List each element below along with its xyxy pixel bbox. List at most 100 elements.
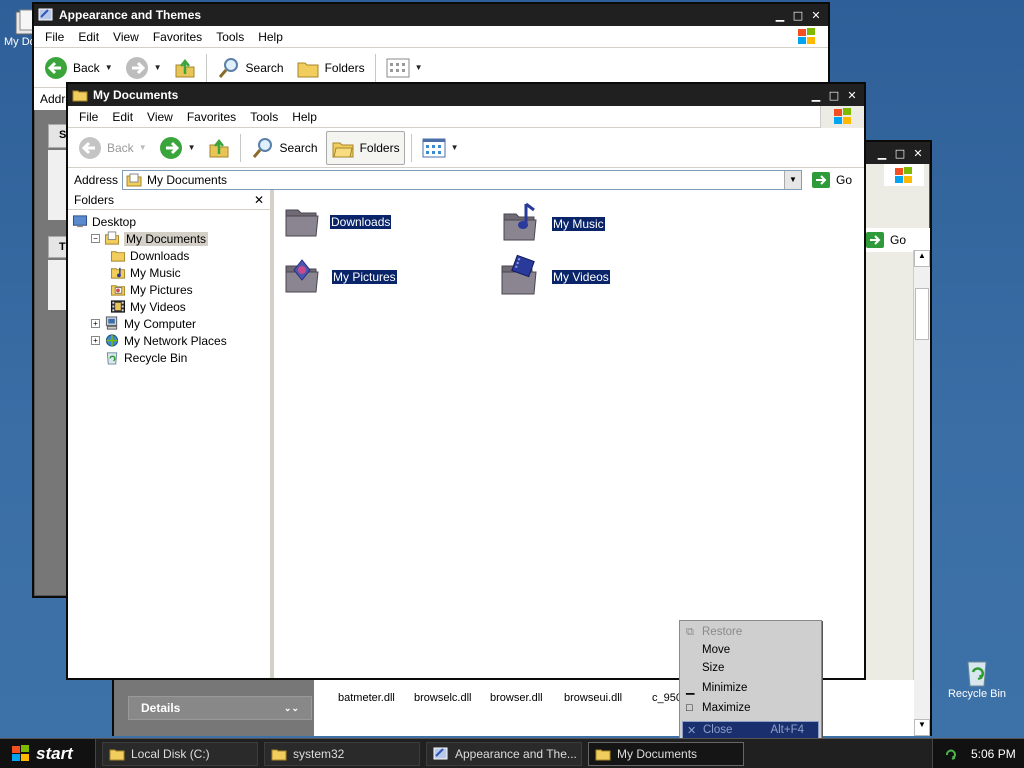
details-panel[interactable]: Details ⌄⌄ — [128, 696, 312, 720]
vertical-scrollbar[interactable]: ▲ ▼ — [913, 250, 930, 736]
close-icon: ✕ — [687, 724, 697, 737]
chevron-down-icon[interactable]: ▼ — [105, 63, 113, 72]
menu-view[interactable]: View — [140, 110, 180, 124]
menu-file[interactable]: File — [38, 30, 71, 44]
taskbar-item-appearance-and-themes[interactable]: Appearance and The... — [426, 741, 582, 766]
tree-item-downloads[interactable]: Downloads — [68, 247, 270, 264]
taskbar-item-local-disk[interactable]: Local Disk (C:) — [102, 741, 258, 766]
menu-tools[interactable]: Tools — [243, 110, 285, 124]
go-arrow-icon — [866, 232, 884, 248]
menu-help[interactable]: Help — [285, 110, 324, 124]
clock[interactable]: 5:06 PM — [971, 747, 1016, 761]
menu-edit[interactable]: Edit — [71, 30, 106, 44]
chevron-down-icon[interactable]: ▼ — [139, 143, 147, 152]
views-button[interactable]: ▼ — [418, 131, 463, 165]
maximize-button[interactable]: □ — [892, 145, 908, 161]
recycle-icon[interactable] — [943, 746, 959, 762]
go-button[interactable]: Go — [860, 228, 930, 252]
scroll-thumb[interactable] — [915, 288, 929, 340]
chevron-down-icon[interactable]: ▼ — [154, 63, 162, 72]
views-button[interactable]: ▼ — [382, 51, 427, 85]
file-item[interactable]: browser.dll — [490, 692, 564, 704]
menu-item-label: Size — [702, 662, 725, 674]
address-dropdown-button[interactable]: ▼ — [783, 170, 801, 189]
back-button[interactable]: Back ▼ — [40, 51, 117, 85]
folders-button[interactable]: Folders — [325, 130, 405, 165]
menu-view[interactable]: View — [106, 30, 146, 44]
menu-edit[interactable]: Edit — [105, 110, 140, 124]
tree-item-my-pictures[interactable]: My Pictures — [68, 281, 270, 298]
taskbar-item-system32[interactable]: system32 — [264, 741, 420, 766]
back-button[interactable]: Back ▼ — [74, 131, 151, 165]
tree-item-my-computer[interactable]: + My Computer — [68, 315, 270, 332]
forward-button[interactable]: ▼ — [155, 131, 200, 165]
expand-icon[interactable]: + — [91, 319, 100, 328]
tree-item-my-music[interactable]: My Music — [68, 264, 270, 281]
tree-item-label: My Documents — [124, 231, 209, 246]
maximize-button[interactable]: □ — [790, 7, 806, 23]
folders-label: Folders — [359, 140, 400, 155]
expand-icon[interactable]: + — [91, 336, 100, 345]
videos-folder-icon — [501, 254, 537, 295]
collapse-icon[interactable]: − — [91, 234, 100, 243]
folder-item-my-music[interactable]: My Music — [500, 202, 605, 246]
address-bar: Address My Documents ▼ Go — [68, 168, 864, 192]
menu-item-maximize[interactable]: □ Maximize — [682, 699, 819, 717]
close-button[interactable]: ✕ — [808, 7, 824, 23]
file-item[interactable]: batmeter.dll — [338, 692, 414, 704]
search-button[interactable]: Search — [213, 51, 288, 85]
menu-tools[interactable]: Tools — [209, 30, 251, 44]
folders-pane: Folders ✕ Desktop − My Documents Downloads M… — [68, 190, 274, 678]
folders-button[interactable]: Folders — [292, 51, 369, 85]
desktop-icon-recycle-bin[interactable]: Recycle Bin — [944, 656, 1010, 700]
tree-item-desktop[interactable]: Desktop — [68, 213, 270, 230]
menu-item-minimize[interactable]: ▁ Minimize — [682, 679, 819, 697]
folder-item-my-pictures[interactable]: My Pictures — [282, 256, 397, 298]
tree-item-my-documents[interactable]: − My Documents — [68, 230, 270, 247]
folders-icon — [297, 62, 319, 77]
menu-item-restore[interactable]: ⧉ Restore — [682, 623, 819, 641]
folder-item-downloads[interactable]: Downloads — [282, 202, 392, 242]
menu-file[interactable]: File — [72, 110, 105, 124]
tree-item-my-network-places[interactable]: + My Network Places — [68, 332, 270, 349]
title-bar[interactable]: My Documents ▁ □ ✕ — [68, 84, 864, 106]
menu-favorites[interactable]: Favorites — [146, 30, 209, 44]
close-icon[interactable]: ✕ — [254, 193, 264, 207]
details-panel-area: Details ⌄⌄ — [114, 680, 314, 736]
minimize-button[interactable]: ▁ — [808, 87, 824, 103]
chevron-down-icon[interactable]: ▼ — [451, 143, 459, 152]
minimize-button[interactable]: ▁ — [874, 145, 890, 161]
search-button[interactable]: Search — [247, 131, 322, 165]
address-input[interactable]: My Documents ▼ — [122, 169, 802, 190]
scroll-up-button[interactable]: ▲ — [914, 250, 930, 267]
chevron-down-icon[interactable]: ▼ — [415, 63, 423, 72]
folder-tree: Desktop − My Documents Downloads My Music My … — [68, 210, 270, 366]
close-button[interactable]: ✕ — [844, 87, 860, 103]
folder-item-label: My Pictures — [332, 270, 397, 284]
menu-help[interactable]: Help — [251, 30, 290, 44]
scroll-down-button[interactable]: ▼ — [914, 719, 930, 736]
forward-button[interactable]: ▼ — [121, 51, 166, 85]
menu-item-close[interactable]: ✕ Close Alt+F4 — [682, 721, 819, 739]
tree-item-recycle-bin[interactable]: Recycle Bin — [68, 349, 270, 366]
menu-item-size[interactable]: Size — [682, 659, 819, 677]
folder-item-my-videos[interactable]: My Videos — [498, 254, 610, 300]
minimize-button[interactable]: ▁ — [772, 7, 788, 23]
menu-favorites[interactable]: Favorites — [180, 110, 243, 124]
start-button[interactable]: start — [0, 738, 96, 768]
file-item[interactable]: browselc.dll — [414, 692, 490, 704]
title-bar[interactable]: Appearance and Themes ▁ □ ✕ — [34, 4, 828, 26]
tree-item-my-videos[interactable]: My Videos — [68, 298, 270, 315]
go-arrow-icon — [811, 171, 830, 188]
menu-item-move[interactable]: Move — [682, 641, 819, 659]
chevron-down-icon[interactable]: ▼ — [188, 143, 196, 152]
file-item[interactable]: browseui.dll — [564, 692, 652, 704]
folders-label: Folders — [324, 60, 365, 75]
up-folder-button[interactable] — [170, 51, 200, 85]
up-folder-button[interactable] — [204, 131, 234, 165]
toolbar-separator — [205, 53, 207, 82]
taskbar-item-my-documents[interactable]: My Documents — [588, 741, 744, 766]
close-button[interactable]: ✕ — [910, 145, 926, 161]
maximize-button[interactable]: □ — [826, 87, 842, 103]
go-button[interactable]: Go — [806, 171, 858, 188]
